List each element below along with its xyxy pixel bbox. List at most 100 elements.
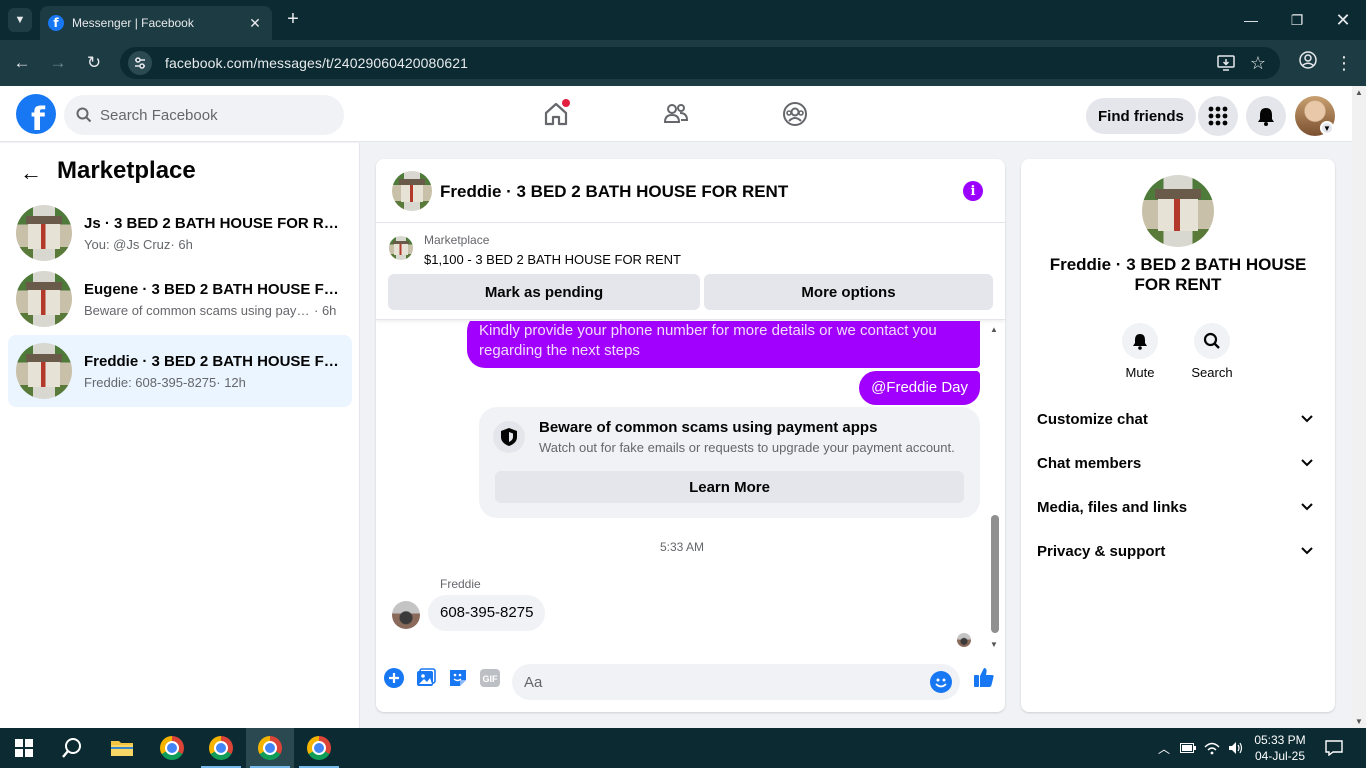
tab-close-icon[interactable]: ✕ [246,15,264,32]
section-label: Media, files and links [1037,498,1188,516]
facebook-logo-icon[interactable]: f [16,94,56,134]
listing-thumbnail [16,343,72,399]
incoming-message[interactable]: 608-395-8275 [428,595,546,631]
taskbar-search-button[interactable] [48,728,96,768]
chat-panel: Freddie · 3 BED 2 BATH HOUSE FOR RENT i … [376,159,1005,712]
friends-nav-button[interactable] [656,86,696,142]
learn-more-button[interactable]: Learn More [495,471,964,503]
file-explorer-button[interactable] [98,728,146,768]
mute-button[interactable]: Mute [1110,323,1170,380]
home-notification-dot [562,99,570,107]
privacy-support-section[interactable]: Privacy & support [1029,529,1327,573]
chrome-icon [160,736,184,760]
scroll-down-arrow-icon[interactable]: ▼ [990,640,998,649]
home-nav-button[interactable] [536,86,576,142]
volume-icon[interactable] [1226,728,1246,768]
conversation-time: · 6h [170,236,193,252]
scroll-up-arrow-icon[interactable]: ▲ [990,325,998,334]
chat-scrollbar[interactable]: ▲ ▼ [988,325,1000,649]
notifications-button[interactable] [1246,96,1286,136]
tray-chevron-up-icon[interactable]: ︿ [1154,728,1174,768]
bookmark-star-icon[interactable]: ☆ [1246,51,1270,75]
customize-chat-section[interactable]: Customize chat [1029,397,1327,441]
chrome-profile-taskbar-button[interactable] [197,728,245,768]
restore-button[interactable]: ❐ [1274,0,1320,40]
back-arrow-icon[interactable]: ← [20,160,42,186]
conversation-item[interactable]: Js · 3 BED 2 BATH HOUSE FOR RENT You: @J… [8,197,352,269]
groups-nav-button[interactable] [775,86,815,142]
forward-button[interactable]: → [46,51,70,75]
marketplace-listing-box: Marketplace $1,100 - 3 BED 2 BATH HOUSE … [376,224,1005,320]
facebook-search[interactable] [64,95,344,135]
conversation-avatar[interactable] [1142,175,1214,247]
listing-thumbnail [16,205,72,261]
chat-avatar[interactable] [392,171,432,211]
search-in-conversation-button[interactable]: Search [1182,323,1242,380]
scam-warning-card: Beware of common scams using payment app… [479,407,980,518]
chat-title[interactable]: Freddie · 3 BED 2 BATH HOUSE FOR RENT [440,182,788,202]
tab-search-button[interactable]: ▼ [8,8,32,32]
sender-avatar[interactable] [392,601,420,629]
search-label: Search [1191,365,1233,380]
media-files-links-section[interactable]: Media, files and links [1029,485,1327,529]
page-title: Marketplace [57,157,196,184]
chat-members-section[interactable]: Chat members [1029,441,1327,485]
notification-center-icon[interactable] [1320,728,1348,768]
browser-menu-icon[interactable]: ⋮ [1332,51,1356,75]
battery-icon[interactable] [1178,728,1198,768]
scroll-down-arrow-icon[interactable]: ▼ [1355,717,1363,726]
browser-tab-messenger[interactable]: f Messenger | Facebook ✕ [40,6,272,40]
listing-title[interactable]: $1,100 - 3 BED 2 BATH HOUSE FOR RENT [424,252,681,267]
message-input-container[interactable] [512,664,960,700]
site-info-icon[interactable] [128,51,152,75]
menu-grid-icon [1208,106,1228,126]
menu-button[interactable] [1198,96,1238,136]
close-window-button[interactable]: ✕ [1320,0,1366,40]
scam-warning-title: Beware of common scams using payment app… [539,419,878,436]
back-button[interactable]: ← [10,51,34,75]
reload-button[interactable]: ↻ [82,51,106,75]
emoji-icon[interactable] [930,671,952,693]
gif-label: GIF [483,674,499,684]
photo-icon[interactable] [415,667,437,689]
new-tab-button[interactable]: + [282,8,304,30]
section-label: Privacy & support [1037,542,1166,560]
mark-as-pending-button[interactable]: Mark as pending [388,274,700,310]
scroll-up-arrow-icon[interactable]: ▲ [1355,88,1363,97]
outgoing-message[interactable]: Kindly provide your phone number for mor… [467,321,980,368]
minimize-button[interactable]: — [1228,0,1274,40]
gif-icon[interactable]: GIF [479,667,501,689]
plus-icon[interactable] [383,667,405,689]
chrome-icon [258,736,282,760]
sticker-icon[interactable] [447,667,469,689]
info-icon[interactable]: i [963,181,983,201]
address-bar[interactable]: facebook.com/messages/t/2402906042008062… [120,47,1280,79]
install-app-icon[interactable] [1214,51,1238,75]
scrollbar-thumb[interactable] [991,515,999,633]
chrome-profile-taskbar-button[interactable] [295,728,343,768]
message-thread[interactable]: Kindly provide your phone number for mor… [376,321,1005,651]
wifi-icon[interactable] [1202,728,1222,768]
message-input[interactable] [524,673,914,691]
bell-icon [1133,333,1147,350]
start-button[interactable] [0,728,48,768]
profile-icon[interactable] [1296,51,1320,75]
thumbs-up-icon[interactable] [972,665,996,689]
chevron-down-icon [1301,459,1313,467]
system-clock[interactable]: 05:33 PM 04-Jul-25 [1248,732,1312,764]
conversation-info-panel: Freddie · 3 BED 2 BATH HOUSE FOR RENT Mu… [1021,159,1335,712]
chat-header: Freddie · 3 BED 2 BATH HOUSE FOR RENT i [376,159,1005,223]
account-chevron-down-icon[interactable]: ▼ [1320,121,1334,135]
outgoing-message[interactable]: @Freddie Day [859,371,980,405]
facebook-favicon-icon: f [48,15,64,31]
page-scrollbar[interactable]: ▲ ▼ [1352,86,1366,728]
chrome-profile-taskbar-button[interactable] [246,728,294,768]
conversation-item[interactable]: Eugene · 3 BED 2 BATH HOUSE FOR RENT Bew… [8,263,352,335]
conversation-item-active[interactable]: Freddie · 3 BED 2 BATH HOUSE FOR RENT Fr… [8,335,352,407]
conversation-time: · 12h [216,374,246,390]
chrome-taskbar-button[interactable] [148,728,196,768]
friends-icon [663,104,689,123]
find-friends-button[interactable]: Find friends [1086,98,1196,134]
search-input[interactable] [100,106,320,124]
more-options-button[interactable]: More options [704,274,993,310]
